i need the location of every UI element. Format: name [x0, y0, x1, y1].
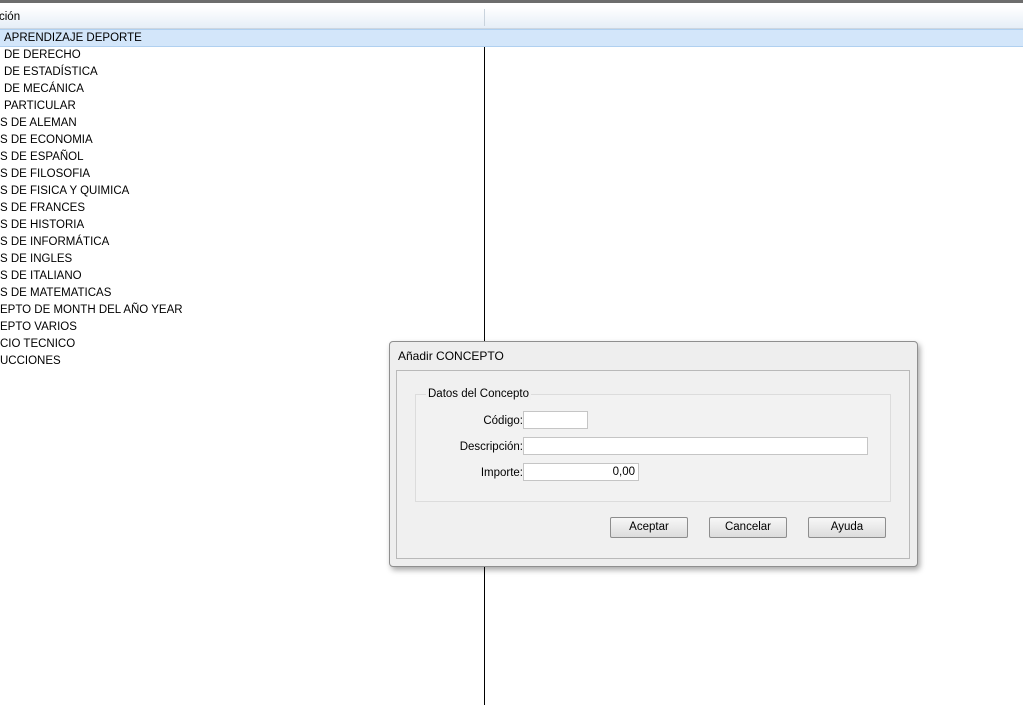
codigo-input[interactable]: [523, 411, 588, 429]
descripcion-input[interactable]: [523, 437, 868, 455]
list-item-label: EPTO VARIOS: [0, 321, 77, 333]
list-item-label: S DE FRANCES: [0, 202, 85, 214]
list-item[interactable]: S DE ALEMAN: [0, 115, 1023, 132]
list-item[interactable]: S DE INFORMÁTICA: [0, 234, 1023, 251]
concept-data-groupbox: Datos del Concepto Código: Descripción: …: [415, 388, 891, 502]
list-item-label: PARTICULAR: [4, 100, 76, 112]
column-header-description[interactable]: ción: [0, 7, 483, 28]
list-item[interactable]: DE MECÁNICA: [0, 81, 1023, 98]
list-item[interactable]: DE DERECHO: [0, 47, 1023, 64]
accept-button[interactable]: Aceptar: [610, 517, 688, 538]
window-top-border: [0, 0, 1023, 3]
list-item-label: S DE MATEMATICAS: [0, 287, 112, 299]
list-item[interactable]: S DE ITALIANO: [0, 268, 1023, 285]
list-item-label: S DE FISICA Y QUIMICA: [0, 185, 130, 197]
list-item-label: CIO TECNICO: [0, 338, 76, 350]
list-item-label: S DE ALEMAN: [0, 117, 77, 129]
importe-label: Importe:: [480, 467, 523, 479]
list-item[interactable]: EPTO DE MONTH DEL AÑO YEAR: [0, 302, 1023, 319]
list-item[interactable]: APRENDIZAJE DEPORTE: [0, 29, 1023, 47]
table-header: ción: [0, 7, 1023, 29]
list-item[interactable]: PARTICULAR: [0, 98, 1023, 115]
concept-list: APRENDIZAJE DEPORTE DE DERECHO DE ESTADÍST…: [0, 29, 1023, 370]
groupbox-title: Datos del Concepto: [426, 388, 532, 400]
list-item-label: S DE ITALIANO: [0, 270, 82, 282]
list-item[interactable]: S DE FRANCES: [0, 200, 1023, 217]
list-item[interactable]: S DE FISICA Y QUIMICA: [0, 183, 1023, 200]
list-item-label: S DE HISTORIA: [0, 219, 85, 231]
descripcion-label: Descripción:: [459, 441, 523, 453]
list-item-label: S DE INFORMÁTICA: [0, 236, 110, 248]
list-item-label: S DE FILOSOFIA: [0, 168, 91, 180]
list-item-label: UCCIONES: [0, 355, 61, 367]
list-item-label: EPTO DE MONTH DEL AÑO YEAR: [0, 304, 183, 316]
list-item-label: S DE INGLES: [0, 253, 73, 265]
cancel-button[interactable]: Cancelar: [709, 517, 787, 538]
list-item-label: DE ESTADÍSTICA: [4, 66, 98, 78]
list-item-label: S DE ECONOMIA: [0, 134, 93, 146]
list-item-label: S DE ESPAÑOL: [0, 151, 84, 163]
codigo-label: Código:: [483, 415, 523, 427]
list-item-label: APRENDIZAJE DEPORTE: [4, 32, 142, 44]
list-item[interactable]: EPTO VARIOS: [0, 319, 1023, 336]
list-item[interactable]: DE ESTADÍSTICA: [0, 64, 1023, 81]
list-item[interactable]: S DE ECONOMIA: [0, 132, 1023, 149]
list-item[interactable]: S DE INGLES: [0, 251, 1023, 268]
list-item-label: DE MECÁNICA: [4, 83, 84, 95]
importe-input[interactable]: [523, 463, 639, 481]
dialog-body: Datos del Concepto Código: Descripción: …: [396, 370, 910, 559]
list-item[interactable]: S DE ESPAÑOL: [0, 149, 1023, 166]
help-button[interactable]: Ayuda: [808, 517, 886, 538]
dialog-title: Añadir CONCEPTO: [398, 349, 504, 363]
list-item[interactable]: S DE FILOSOFIA: [0, 166, 1023, 183]
list-item-label: DE DERECHO: [4, 49, 81, 61]
column-separator[interactable]: [484, 9, 485, 26]
list-item[interactable]: S DE MATEMATICAS: [0, 285, 1023, 302]
list-item[interactable]: S DE HISTORIA: [0, 217, 1023, 234]
add-concept-dialog: Añadir CONCEPTO Datos del Concepto Códig…: [389, 341, 918, 567]
